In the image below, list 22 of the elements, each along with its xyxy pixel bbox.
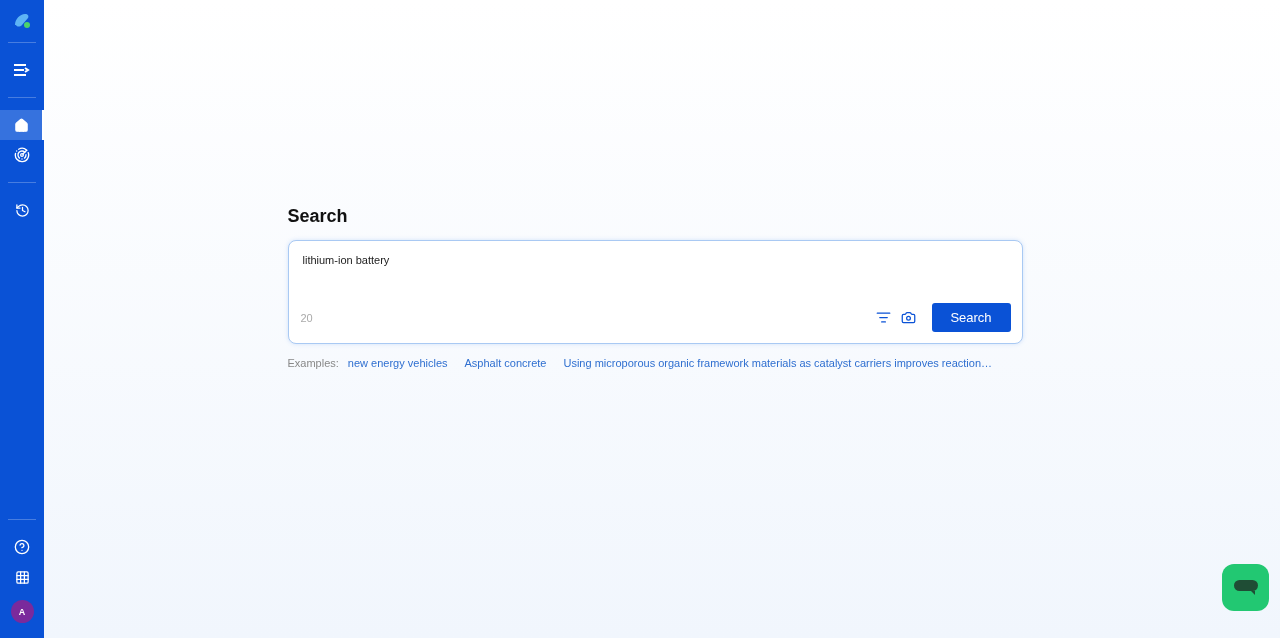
menu-arrow-icon [13, 63, 31, 77]
camera-icon [900, 310, 916, 325]
user-avatar[interactable]: A [10, 600, 34, 623]
filter-button[interactable] [875, 310, 891, 325]
examples-label: Examples: [287, 357, 339, 369]
filter-icon [875, 310, 891, 325]
example-link[interactable]: new energy vehicles [347, 357, 448, 369]
example-link[interactable]: Using microporous organic framework materials as catalyst carriers improves reaction… [563, 357, 992, 369]
camera-button[interactable] [900, 310, 916, 325]
history-icon [14, 202, 30, 218]
example-link[interactable]: Asphalt concrete [464, 357, 547, 369]
chat-button[interactable] [1222, 564, 1269, 611]
grid-icon [14, 569, 30, 585]
home-icon [13, 117, 29, 133]
search-button[interactable]: Search [931, 303, 1011, 332]
help-icon [14, 539, 30, 555]
character-count: 20 [300, 311, 313, 324]
signal-icon [14, 147, 30, 163]
chat-bubble-icon [1233, 579, 1258, 596]
search-title: Search [287, 206, 349, 227]
search-box[interactable]: lithium-ion battery 20 Search [287, 240, 1023, 344]
home-nav-button[interactable] [0, 110, 44, 140]
